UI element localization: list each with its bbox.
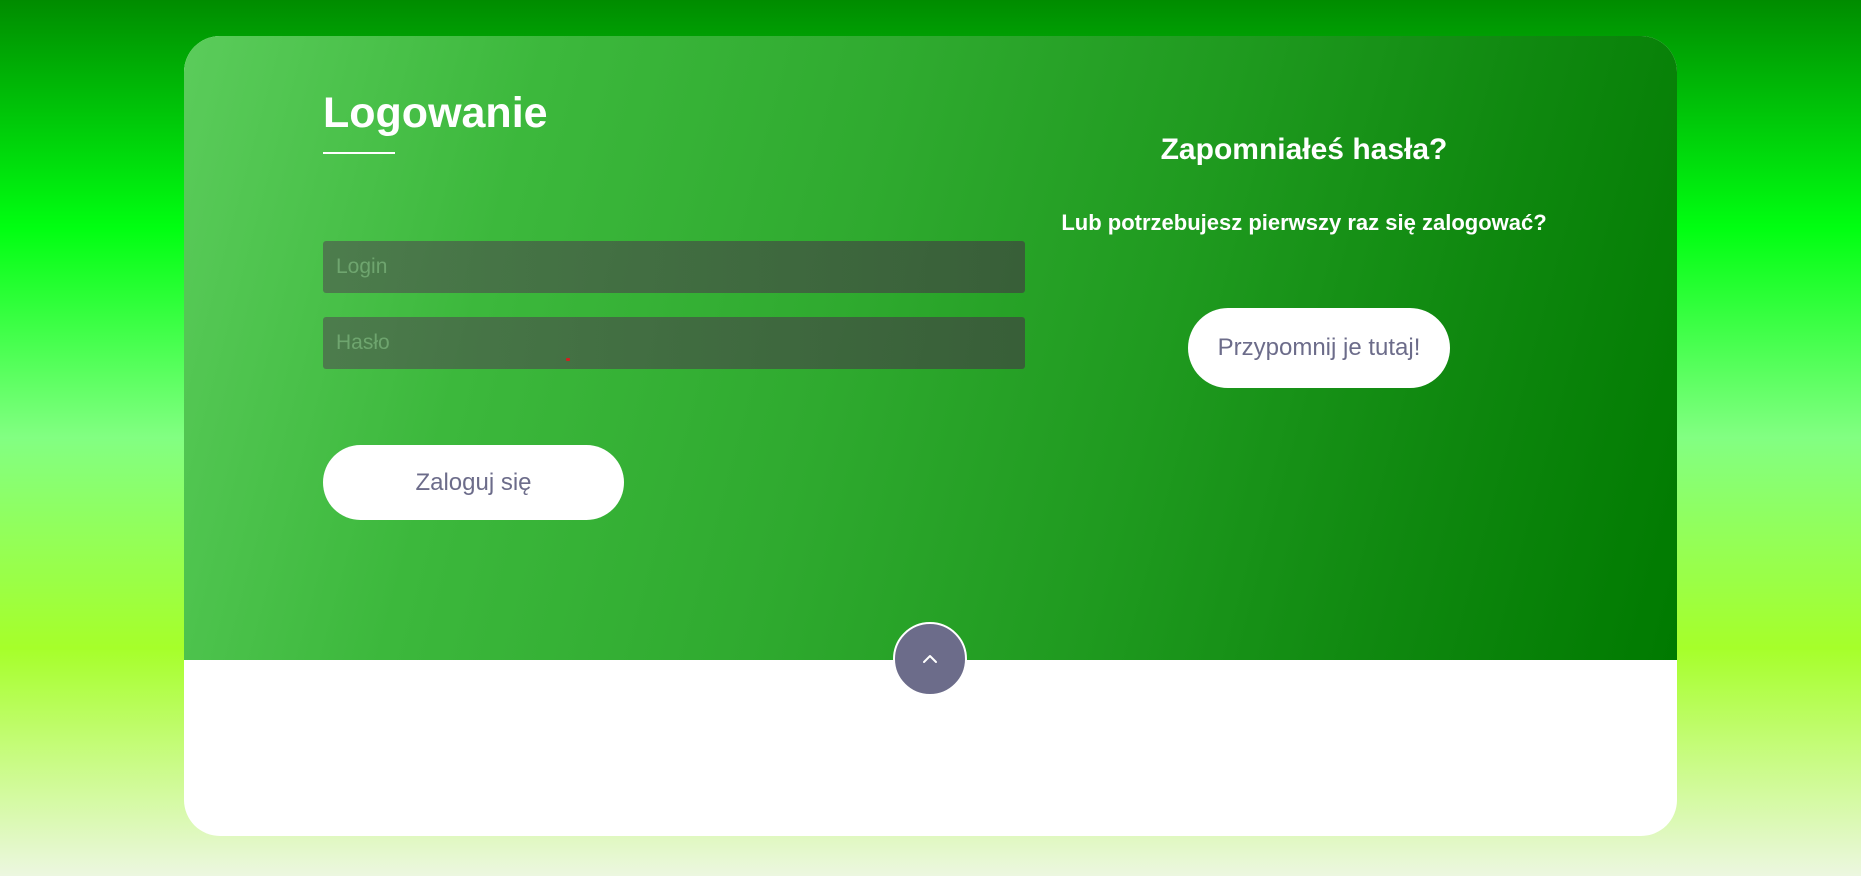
login-input[interactable] [323,241,1025,293]
login-card: Logowanie Zaloguj się Zapomniałeś hasła?… [184,36,1677,836]
mouse-cursor-marker [566,358,570,361]
remind-password-button[interactable]: Przypomnij je tutaj! [1188,308,1450,388]
scroll-to-top-button[interactable] [893,622,967,696]
title-underline [323,152,395,154]
forgot-password-title: Zapomniałeś hasła? [1160,133,1448,166]
card-header-panel: Logowanie Zaloguj się Zapomniałeś hasła?… [184,36,1677,660]
login-button[interactable]: Zaloguj się [323,445,624,520]
login-title: Logowanie [323,89,548,137]
first-login-text: Lub potrzebujesz pierwszy raz się zalogo… [1061,210,1547,235]
chevron-up-icon [923,655,937,663]
password-input[interactable] [323,317,1025,369]
